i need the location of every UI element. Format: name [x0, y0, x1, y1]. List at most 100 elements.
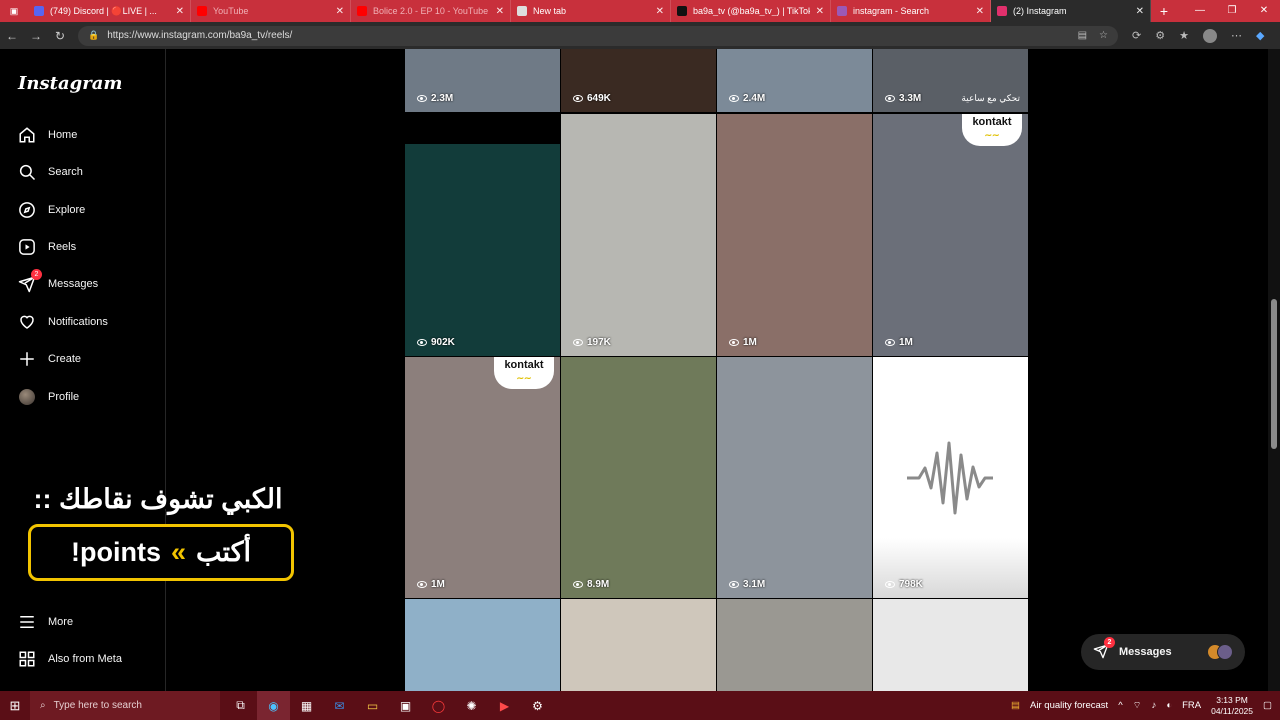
- tab-close-icon[interactable]: ✕: [656, 6, 664, 17]
- sidebar-item-also-from-meta[interactable]: Also from Meta: [18, 647, 122, 671]
- messages-badge: 2: [31, 269, 42, 280]
- tab-close-icon[interactable]: ✕: [176, 6, 184, 17]
- restore-icon[interactable]: ❐: [1216, 0, 1248, 22]
- kontakt-sticker-logo: kontakt ∼∼: [494, 357, 554, 389]
- close-window-icon[interactable]: ✕: [1248, 0, 1280, 22]
- view-count-value: 3.3M: [899, 93, 922, 104]
- reel-thumbnail[interactable]: kontakt ∼∼ 1M: [873, 114, 1028, 356]
- volume-icon[interactable]: ◐: [1166, 700, 1172, 711]
- sidebar-item-label: Create: [48, 353, 82, 365]
- file-explorer-icon[interactable]: ▭: [356, 691, 389, 720]
- tab-close-icon[interactable]: ✕: [336, 6, 344, 17]
- minimize-icon[interactable]: —: [1184, 0, 1216, 22]
- outlook-icon[interactable]: ✉: [323, 691, 356, 720]
- eye-icon: [885, 339, 895, 346]
- instagram-logo[interactable]: Instagram: [18, 73, 122, 94]
- browser-tab[interactable]: New tab ✕: [511, 0, 671, 22]
- collections-icon[interactable]: ⚙: [1155, 29, 1165, 43]
- forward-icon[interactable]: →: [24, 29, 48, 43]
- language-indicator[interactable]: FRA: [1182, 700, 1201, 711]
- browser-tab[interactable]: (749) Discord | 🔴LIVE | ... ✕: [28, 0, 191, 22]
- sidebar-item-profile[interactable]: Profile: [18, 385, 79, 409]
- refresh-icon[interactable]: ↻: [48, 29, 72, 43]
- terminal-icon[interactable]: ▣: [389, 691, 422, 720]
- profile-avatar[interactable]: [1202, 28, 1217, 43]
- taskbar-search[interactable]: ⌕ Type here to search: [30, 691, 220, 720]
- new-tab-button[interactable]: +: [1151, 3, 1177, 19]
- sidebar-item-create[interactable]: Create: [18, 347, 81, 371]
- menu-dots-icon[interactable]: ⋯: [1231, 29, 1242, 43]
- reel-thumbnail[interactable]: [405, 599, 560, 691]
- clock[interactable]: 3:13 PM 04/11/2025: [1211, 695, 1253, 717]
- browser-tab[interactable]: ba9a_tv (@ba9a_tv_) | TikTok ✕: [671, 0, 831, 22]
- messages-floating-button[interactable]: 2 Messages: [1081, 634, 1245, 670]
- window-controls: — ❐ ✕: [1184, 0, 1280, 22]
- edge-icon[interactable]: ◉: [257, 691, 290, 720]
- tab-close-icon[interactable]: ✕: [1136, 6, 1144, 17]
- browser-tab[interactable]: YouTube ✕: [191, 0, 351, 22]
- favorites-icon[interactable]: ★: [1179, 29, 1189, 43]
- sidebar-item-search[interactable]: Search: [18, 160, 83, 184]
- view-count: 1M: [417, 579, 445, 590]
- view-count-value: 2.4M: [743, 93, 766, 104]
- scroll-thumb[interactable]: [1271, 299, 1277, 449]
- copilot-icon[interactable]: ◆: [1256, 29, 1264, 43]
- reel-thumbnail[interactable]: 8.9M: [561, 357, 716, 598]
- view-count: 197K: [573, 337, 611, 348]
- sidebar-item-label: Messages: [48, 278, 99, 290]
- sidebar-item-more[interactable]: More: [18, 610, 73, 634]
- tab-actions-icon[interactable]: ▣: [0, 0, 28, 22]
- reels-grid: 2.3M 649K 2.4M تحكي مع ساعية 3.3M 902K 197K 1M k…: [405, 49, 1029, 691]
- media-app-icon[interactable]: ▶: [488, 691, 521, 720]
- reel-thumbnail[interactable]: 1M: [717, 114, 872, 356]
- reel-thumbnail[interactable]: 197K: [561, 114, 716, 356]
- settings-gear-icon[interactable]: ⚙: [521, 691, 554, 720]
- reel-thumbnail[interactable]: 902K: [405, 114, 560, 356]
- browser-tab[interactable]: Bolice 2.0 - EP 10 - YouTube ✕: [351, 0, 511, 22]
- chevron-up-icon[interactable]: ^: [1118, 700, 1122, 711]
- reader-icon[interactable]: ▤: [1078, 30, 1087, 41]
- url-field[interactable]: 🔒 https://www.instagram.com/ba9a_tv/reel…: [78, 25, 1118, 46]
- tab-close-icon[interactable]: ✕: [496, 6, 504, 17]
- browser-tab[interactable]: (2) Instagram ✕: [991, 0, 1151, 22]
- sidebar-item-messages[interactable]: 2 Messages: [18, 269, 99, 296]
- weather-icon: ▤: [1011, 700, 1021, 711]
- reels-row: 902K 197K 1M kontakt ∼∼ 1M: [405, 114, 1029, 356]
- opera-icon[interactable]: ◯: [422, 691, 455, 720]
- task-view-icon[interactable]: ⧉: [224, 691, 257, 720]
- browser-tab[interactable]: instagram - Search ✕: [831, 0, 991, 22]
- reel-thumbnail[interactable]: تحكي مع ساعية 3.3M: [873, 49, 1028, 112]
- reel-thumbnail[interactable]: [873, 599, 1028, 691]
- reel-thumbnail[interactable]: 798K: [873, 357, 1028, 598]
- mic-icon[interactable]: ♪: [1152, 700, 1157, 711]
- tab-favicon-icon: [517, 6, 527, 16]
- page-scrollbar[interactable]: [1268, 49, 1280, 691]
- tab-favicon-icon: [837, 6, 847, 16]
- reel-thumbnail[interactable]: 649K: [561, 49, 716, 112]
- sidebar-item-explore[interactable]: Explore: [18, 198, 85, 222]
- reel-thumbnail[interactable]: [717, 599, 872, 691]
- reel-thumbnail[interactable]: 3.1M: [717, 357, 872, 598]
- reel-thumbnail[interactable]: 2.3M: [405, 49, 560, 112]
- sidebar-item-home[interactable]: Home: [18, 123, 77, 147]
- extensions-icon[interactable]: ⟳: [1132, 29, 1141, 43]
- reel-thumbnail[interactable]: [561, 599, 716, 691]
- favorite-star-icon[interactable]: ☆: [1099, 30, 1108, 41]
- windows-start-icon[interactable]: ⊞: [0, 698, 30, 714]
- chatgpt-icon[interactable]: ✺: [455, 691, 488, 720]
- eye-icon: [573, 581, 583, 588]
- notifications-icon[interactable]: ▢: [1263, 700, 1272, 711]
- reel-thumbnail[interactable]: kontakt ∼∼ 1M: [405, 357, 560, 598]
- reel-thumbnail[interactable]: 2.4M: [717, 49, 872, 112]
- sidebar-item-notifications[interactable]: Notifications: [18, 310, 108, 334]
- eye-icon: [885, 95, 895, 102]
- weather-text[interactable]: Air quality forecast: [1030, 700, 1108, 711]
- tab-close-icon[interactable]: ✕: [976, 6, 984, 17]
- tab-close-icon[interactable]: ✕: [816, 6, 824, 17]
- network-icon[interactable]: ⌔: [1133, 700, 1142, 711]
- tab-title: (2) Instagram: [1013, 6, 1067, 16]
- sidebar-item-reels[interactable]: Reels: [18, 235, 76, 259]
- store-icon[interactable]: ▦: [290, 691, 323, 720]
- back-icon[interactable]: ←: [0, 29, 24, 43]
- view-count: 8.9M: [573, 579, 609, 590]
